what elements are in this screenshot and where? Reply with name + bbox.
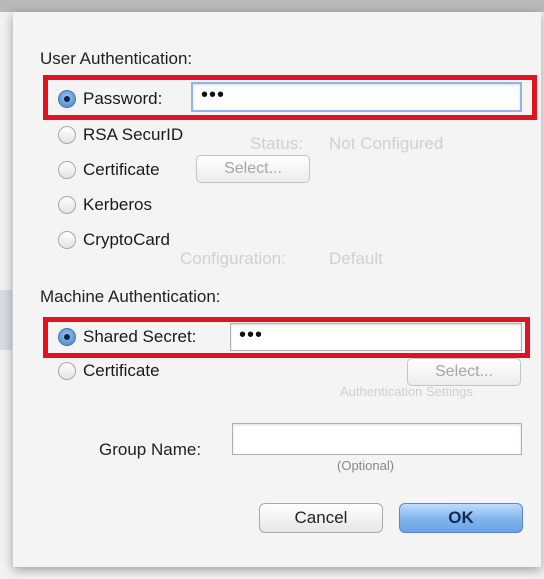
user-certificate-label: Certificate — [83, 160, 160, 179]
group-name-optional-hint: (Optional) — [337, 458, 395, 473]
background-status-value: Not Configured — [329, 134, 444, 153]
kerberos-radio-option[interactable]: Kerberos — [58, 192, 152, 218]
shared-secret-highlight-box — [43, 317, 530, 358]
kerberos-label: Kerberos — [83, 195, 152, 214]
machine-certificate-radio[interactable] — [58, 362, 76, 380]
background-title-bar — [0, 0, 544, 12]
background-configuration-value: Default — [329, 249, 383, 268]
authentication-sheet: Status: Not Configured Configuration: De… — [13, 12, 541, 567]
cryptocard-radio-option[interactable]: CryptoCard — [58, 227, 170, 253]
rsa-securid-label: RSA SecurID — [83, 125, 184, 144]
cancel-button[interactable]: Cancel — [259, 503, 383, 533]
user-authentication-heading: User Authentication: — [40, 49, 193, 68]
background-status-label: Status: — [250, 134, 303, 153]
rsa-securid-radio-option[interactable]: RSA SecurID — [58, 122, 183, 148]
machine-certificate-select-button[interactable]: Select... — [407, 358, 521, 386]
ok-button[interactable]: OK — [399, 503, 523, 533]
machine-authentication-heading: Machine Authentication: — [40, 287, 221, 306]
cryptocard-label: CryptoCard — [83, 230, 170, 249]
user-certificate-select-button[interactable]: Select... — [196, 155, 310, 183]
user-certificate-radio-option[interactable]: Certificate — [58, 157, 160, 183]
cryptocard-radio[interactable] — [58, 231, 76, 249]
background-configuration-label: Configuration: — [180, 249, 286, 268]
group-name-label: Group Name: — [99, 440, 202, 459]
user-certificate-radio[interactable] — [58, 161, 76, 179]
kerberos-radio[interactable] — [58, 196, 76, 214]
machine-certificate-label: Certificate — [83, 361, 160, 380]
background-auth-settings: Authentication Settings — [340, 384, 473, 399]
machine-certificate-radio-option[interactable]: Certificate — [58, 358, 160, 384]
group-name-input[interactable] — [232, 423, 522, 455]
background-sidebar-strip — [0, 290, 12, 350]
rsa-securid-radio[interactable] — [58, 126, 76, 144]
password-highlight-box — [43, 75, 537, 120]
